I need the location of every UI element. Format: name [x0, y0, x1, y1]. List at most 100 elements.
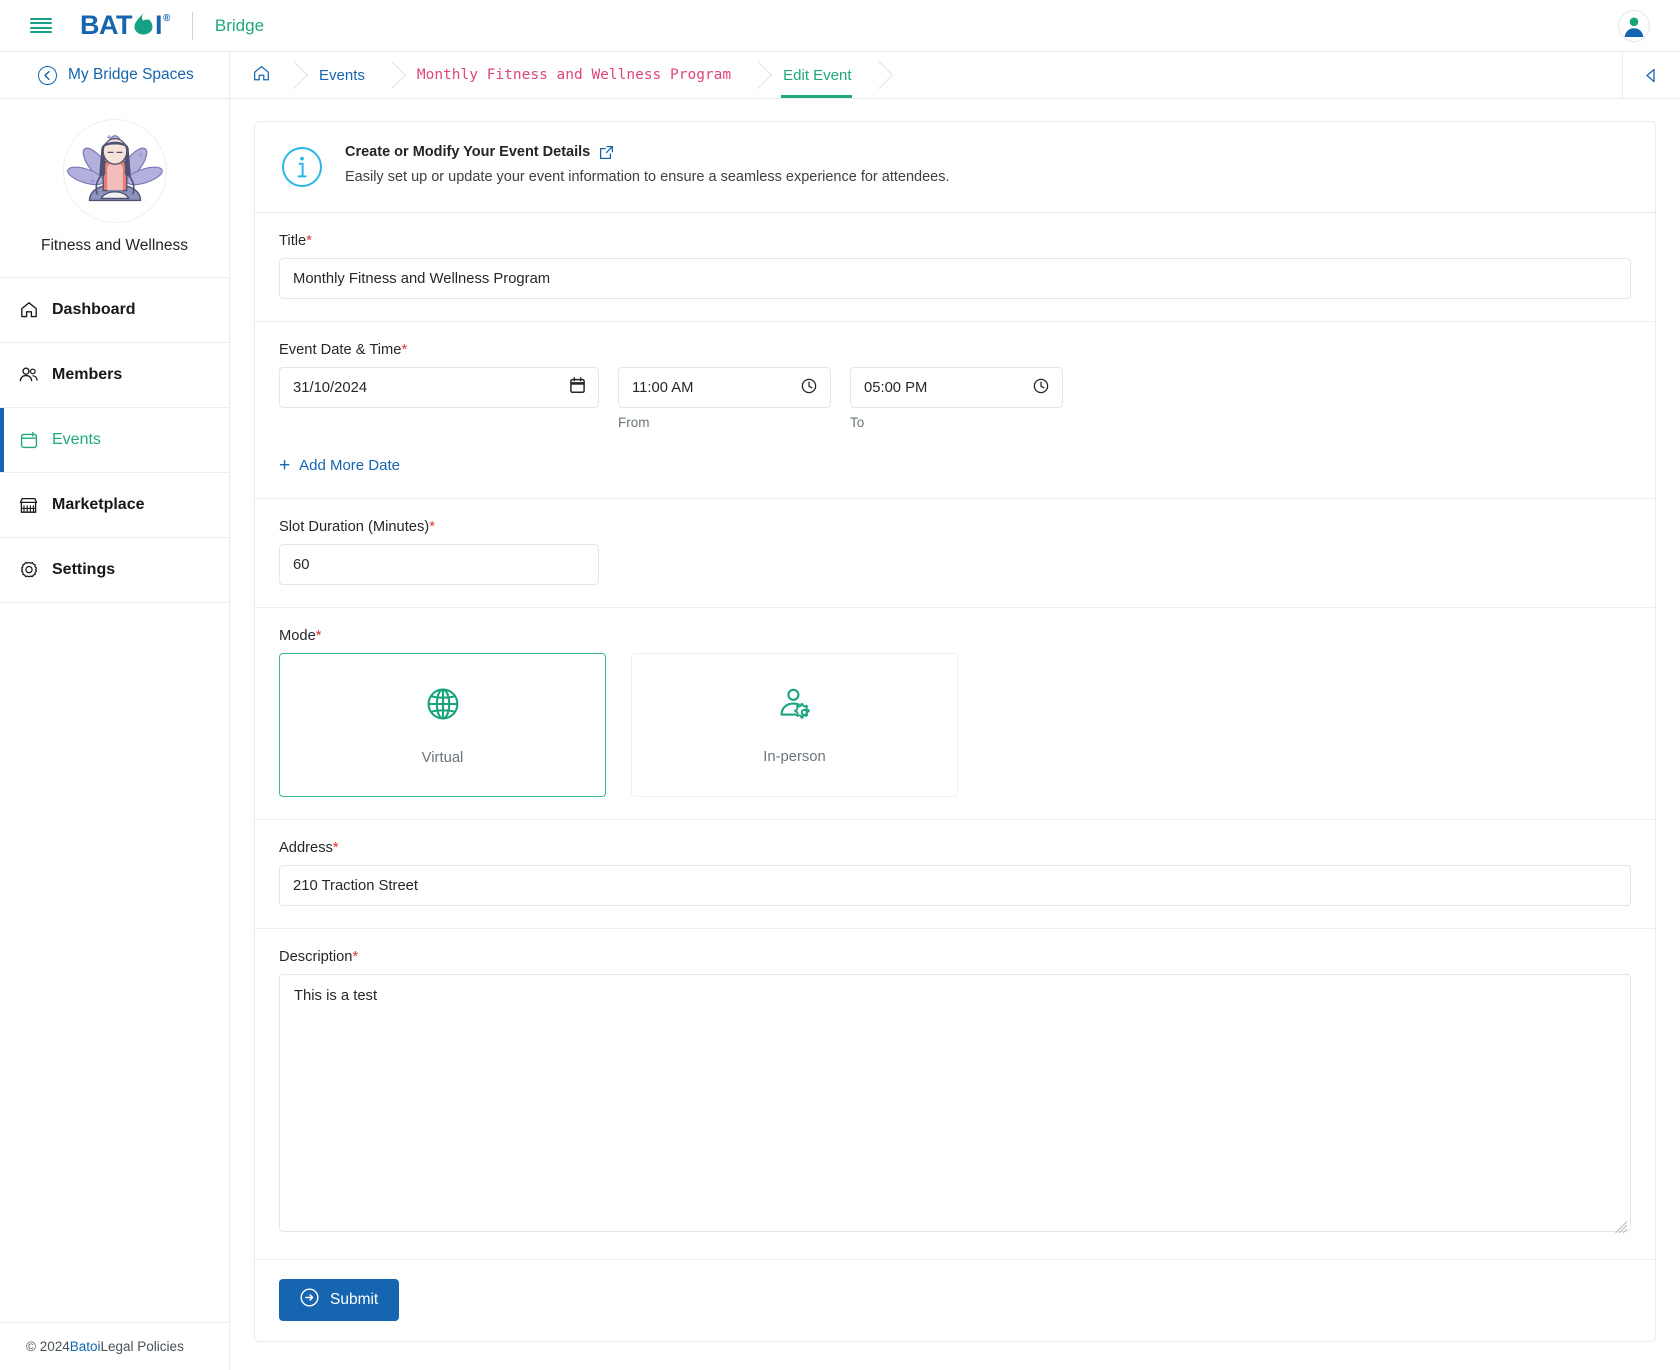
- info-title: Create or Modify Your Event Details: [345, 144, 591, 160]
- active-underline: [781, 95, 852, 98]
- hamburger-icon[interactable]: [30, 17, 52, 34]
- back-to-spaces-button[interactable]: My Bridge Spaces: [0, 52, 230, 98]
- breadcrumb-item-edit-event[interactable]: Edit Event: [757, 52, 877, 98]
- mode-section: Mode* Virtual In-person: [255, 608, 1655, 820]
- globe-icon: [424, 685, 462, 728]
- info-title-row: Create or Modify Your Event Details: [345, 144, 950, 160]
- title-input[interactable]: [279, 258, 1631, 299]
- to-time-wrap: 05:00 PM To: [850, 367, 1063, 430]
- breadcrumb-item-label: Monthly Fitness and Wellness Program: [416, 67, 732, 83]
- user-avatar-icon[interactable]: [1618, 9, 1650, 42]
- address-input[interactable]: [279, 865, 1631, 906]
- sidebar-item-members[interactable]: Members: [0, 343, 229, 408]
- batoi-logo[interactable]: BAT I ®: [80, 10, 170, 41]
- mode-option-label: In-person: [763, 748, 826, 765]
- address-label: Address*: [279, 840, 1631, 856]
- mode-option-virtual[interactable]: Virtual: [279, 653, 606, 797]
- product-name[interactable]: Bridge: [215, 16, 264, 36]
- footer: © 2024 Batoi Legal Policies: [0, 1322, 229, 1370]
- datetime-section: Event Date & Time* 31/10/2024 11:00 AM F…: [255, 322, 1655, 499]
- mode-option-in-person[interactable]: In-person: [631, 653, 958, 797]
- collapse-left-icon[interactable]: [1622, 52, 1680, 98]
- submit-button-label: Submit: [330, 1291, 379, 1308]
- yoga-meditation-avatar: [62, 119, 167, 223]
- space-header: Fitness and Wellness: [0, 99, 229, 278]
- info-banner: Create or Modify Your Event Details Easi…: [255, 122, 1655, 213]
- brand-text-tail: I: [155, 10, 163, 40]
- from-time-input[interactable]: 11:00 AM: [618, 367, 831, 408]
- clock-icon[interactable]: [1033, 378, 1049, 398]
- description-section: Description*: [255, 929, 1655, 1260]
- slot-duration-label: Slot Duration (Minutes)*: [279, 519, 1631, 535]
- sidebar-item-label: Members: [52, 366, 123, 383]
- people-icon: [18, 365, 39, 386]
- address-section: Address*: [255, 820, 1655, 929]
- storefront-icon: [18, 495, 39, 516]
- breadcrumb-home[interactable]: [230, 52, 293, 98]
- required-marker: *: [306, 233, 312, 249]
- calendar-icon: [18, 430, 39, 451]
- external-link-icon[interactable]: [599, 145, 614, 160]
- slot-duration-input[interactable]: [279, 544, 599, 585]
- required-marker: *: [429, 519, 435, 535]
- sidebar-item-label: Dashboard: [52, 301, 136, 318]
- address-label-text: Address: [279, 840, 333, 856]
- clock-icon[interactable]: [801, 378, 817, 398]
- sidebar: Fitness and Wellness Dashboard Members E…: [0, 99, 230, 1370]
- submit-button[interactable]: Submit: [279, 1279, 400, 1321]
- to-sublabel: To: [850, 415, 865, 430]
- title-label: Title*: [279, 233, 1631, 249]
- event-date-input[interactable]: 31/10/2024: [279, 367, 599, 408]
- mode-label-text: Mode: [279, 628, 316, 644]
- sidebar-item-label: Events: [52, 431, 101, 448]
- to-time-input[interactable]: 05:00 PM: [850, 367, 1063, 408]
- sidebar-item-events[interactable]: Events: [0, 408, 229, 473]
- plus-icon: +: [279, 455, 291, 476]
- description-label-text: Description: [279, 949, 353, 965]
- space-name: Fitness and Wellness: [40, 237, 189, 254]
- sidebar-item-dashboard[interactable]: Dashboard: [0, 278, 229, 343]
- calendar-picker-icon[interactable]: [570, 377, 585, 398]
- breadcrumb: Events Monthly Fitness and Wellness Prog…: [230, 52, 1680, 98]
- mode-options: Virtual In-person: [279, 653, 1631, 797]
- footer-policies-link[interactable]: Legal Policies: [101, 1339, 184, 1354]
- datetime-row: 31/10/2024 11:00 AM From 05:00 PM To: [279, 367, 1631, 430]
- date-field-wrap: 31/10/2024: [279, 367, 599, 408]
- from-time-wrap: 11:00 AM From: [618, 367, 831, 430]
- description-wrap: [279, 974, 1631, 1237]
- sidebar-item-settings[interactable]: Settings: [0, 538, 229, 603]
- sidebar-item-marketplace[interactable]: Marketplace: [0, 473, 229, 538]
- person-gear-icon: [777, 686, 813, 727]
- breadcrumb-bar: My Bridge Spaces Events Monthly Fitness …: [0, 52, 1680, 99]
- to-time-value: 05:00 PM: [864, 379, 928, 396]
- registered-mark: ®: [163, 13, 170, 24]
- footer-copyright: © 2024: [26, 1339, 70, 1354]
- main-content: Create or Modify Your Event Details Easi…: [230, 99, 1680, 1370]
- top-bar: BAT I ® Bridge: [0, 0, 1680, 52]
- edit-event-card: Create or Modify Your Event Details Easi…: [254, 121, 1656, 1342]
- brand[interactable]: BAT I ® Bridge: [80, 10, 264, 41]
- description-label: Description*: [279, 949, 1631, 965]
- mode-option-label: Virtual: [421, 749, 464, 766]
- title-label-text: Title: [279, 233, 307, 249]
- from-time-value: 11:00 AM: [632, 379, 694, 396]
- app-shell: Fitness and Wellness Dashboard Members E…: [0, 99, 1680, 1370]
- required-marker: *: [401, 342, 408, 358]
- title-section: Title*: [255, 213, 1655, 322]
- breadcrumb-item-label: Edit Event: [783, 66, 852, 84]
- back-to-spaces-label: My Bridge Spaces: [68, 66, 194, 83]
- description-textarea[interactable]: [279, 974, 1631, 1232]
- home-icon: [252, 64, 271, 87]
- info-text-block: Create or Modify Your Event Details Easi…: [345, 144, 950, 185]
- arrow-left-circle-icon: [38, 65, 57, 85]
- footer-batoi-link[interactable]: Batoi: [70, 1339, 101, 1354]
- add-more-date-label: Add More Date: [299, 457, 400, 474]
- sidebar-item-label: Settings: [52, 561, 116, 578]
- required-marker: *: [352, 949, 359, 965]
- brand-text: BAT: [80, 10, 133, 40]
- breadcrumb-item-event-name[interactable]: Monthly Fitness and Wellness Program: [391, 52, 757, 98]
- add-more-date-button[interactable]: + Add More Date: [279, 456, 400, 475]
- arrow-right-circle-icon: [300, 1288, 319, 1312]
- breadcrumb-item-label: Events: [319, 66, 365, 84]
